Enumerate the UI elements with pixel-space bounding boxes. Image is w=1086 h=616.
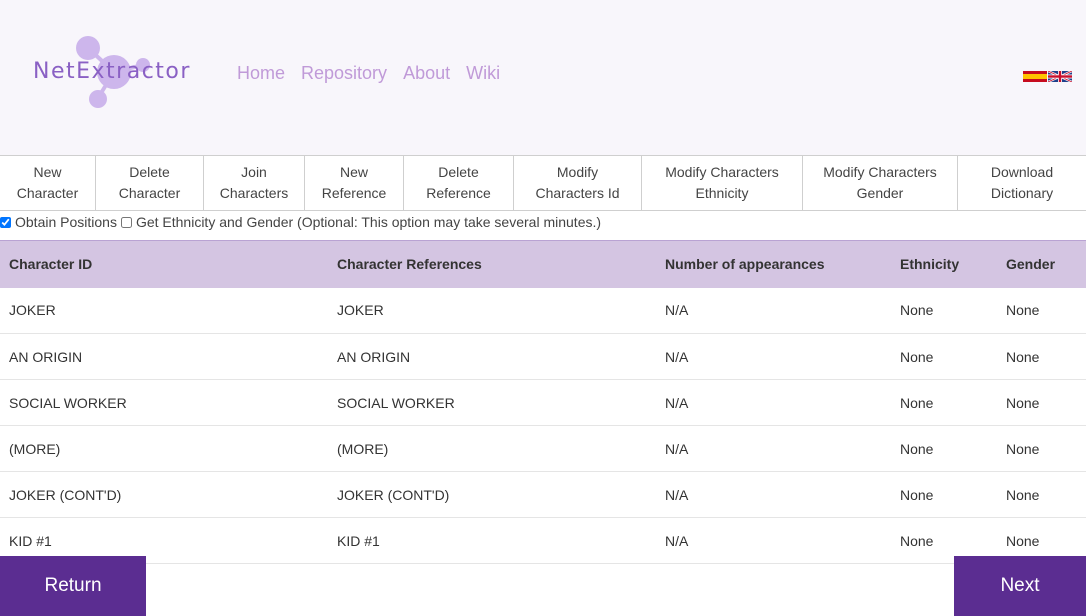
site-header: NetExtractor Home Repository About Wiki xyxy=(0,0,1086,155)
language-switcher xyxy=(1023,71,1072,82)
cell-appearances: N/A xyxy=(665,486,689,503)
cell-character-id: SOCIAL WORKER xyxy=(9,394,127,411)
cell-appearances: N/A xyxy=(665,348,689,365)
nav-repository[interactable]: Repository xyxy=(301,63,387,84)
ethnicity-gender-checkbox[interactable] xyxy=(120,216,132,228)
table-row[interactable]: SOCIAL WORKER SOCIAL WORKER N/A None Non… xyxy=(0,380,1086,426)
column-header-ethnicity[interactable]: Ethnicity xyxy=(891,241,997,288)
nav-home[interactable]: Home xyxy=(237,63,285,84)
cell-appearances: N/A xyxy=(665,440,689,457)
column-header-number-of-appearances[interactable]: Number of appearances xyxy=(656,241,891,288)
column-header-gender[interactable]: Gender xyxy=(997,241,1086,288)
table-row[interactable]: KID #1 KID #1 N/A None None xyxy=(0,518,1086,564)
table-row[interactable]: (MORE) (MORE) N/A None None xyxy=(0,426,1086,472)
netextractor-logo[interactable]: NetExtractor xyxy=(30,32,200,112)
cell-character-references: SOCIAL WORKER xyxy=(337,394,455,411)
cell-character-id: JOKER (CONT'D) xyxy=(9,486,122,503)
column-header-character-references[interactable]: Character References xyxy=(328,241,656,288)
return-button[interactable]: Return xyxy=(0,556,146,616)
cell-gender: None xyxy=(1006,440,1040,457)
modify-characters-ethnicity-button[interactable]: Modify Characters Ethnicity xyxy=(642,156,803,210)
cell-character-id: (MORE) xyxy=(9,440,61,457)
delete-character-button[interactable]: Delete Character xyxy=(96,156,204,210)
modify-characters-gender-button[interactable]: Modify Characters Gender xyxy=(803,156,958,210)
new-character-button[interactable]: New Character xyxy=(0,156,96,210)
table-row[interactable]: JOKER (CONT'D) JOKER (CONT'D) N/A None N… xyxy=(0,472,1086,518)
cell-appearances: N/A xyxy=(665,394,689,411)
logo-text: NetExtractor xyxy=(33,59,191,84)
cell-character-references: JOKER xyxy=(337,302,384,319)
cell-character-references: AN ORIGIN xyxy=(337,348,411,365)
nav-wiki[interactable]: Wiki xyxy=(466,63,500,84)
new-reference-button[interactable]: New Reference xyxy=(305,156,404,210)
cell-appearances: N/A xyxy=(665,532,689,549)
cell-gender: None xyxy=(1006,302,1040,319)
cell-gender: None xyxy=(1006,394,1040,411)
characters-table: Character ID Character References Number… xyxy=(0,240,1086,564)
cell-gender: None xyxy=(1006,486,1040,503)
cell-appearances: N/A xyxy=(665,302,689,319)
join-characters-button[interactable]: Join Characters xyxy=(204,156,305,210)
column-header-character-id[interactable]: Character ID xyxy=(0,241,328,288)
cell-gender: None xyxy=(1006,348,1040,365)
cell-ethnicity: None xyxy=(900,302,934,319)
next-button[interactable]: Next xyxy=(954,556,1086,616)
cell-character-id: AN ORIGIN xyxy=(9,348,83,365)
main-nav: Home Repository About Wiki xyxy=(237,63,500,84)
uk-flag-icon[interactable] xyxy=(1048,71,1072,82)
cell-ethnicity: None xyxy=(900,486,934,503)
table-row[interactable]: AN ORIGIN AN ORIGIN N/A None None xyxy=(0,334,1086,380)
cell-ethnicity: None xyxy=(900,348,934,365)
download-dictionary-button[interactable]: Download Dictionary xyxy=(958,156,1086,210)
action-toolbar: New Character Delete Character Join Char… xyxy=(0,155,1086,211)
nav-about[interactable]: About xyxy=(403,63,450,84)
obtain-positions-label: Obtain Positions xyxy=(15,214,117,230)
cell-character-references: KID #1 xyxy=(337,532,380,549)
modify-characters-id-button[interactable]: Modify Characters Id xyxy=(514,156,642,210)
table-header-row: Character ID Character References Number… xyxy=(0,240,1086,288)
cell-character-references: (MORE) xyxy=(337,440,389,457)
obtain-positions-checkbox[interactable] xyxy=(0,216,11,228)
cell-ethnicity: None xyxy=(900,440,934,457)
table-row[interactable]: JOKER JOKER N/A None None xyxy=(0,288,1086,334)
cell-ethnicity: None xyxy=(900,394,934,411)
delete-reference-button[interactable]: Delete Reference xyxy=(404,156,514,210)
cell-character-references: JOKER (CONT'D) xyxy=(337,486,450,503)
extraction-options: Obtain Positions Get Ethnicity and Gende… xyxy=(0,213,605,231)
cell-character-id: JOKER xyxy=(9,302,56,319)
ethnicity-gender-label: Get Ethnicity and Gender (Optional: This… xyxy=(135,214,602,230)
spanish-flag-icon[interactable] xyxy=(1023,71,1047,82)
